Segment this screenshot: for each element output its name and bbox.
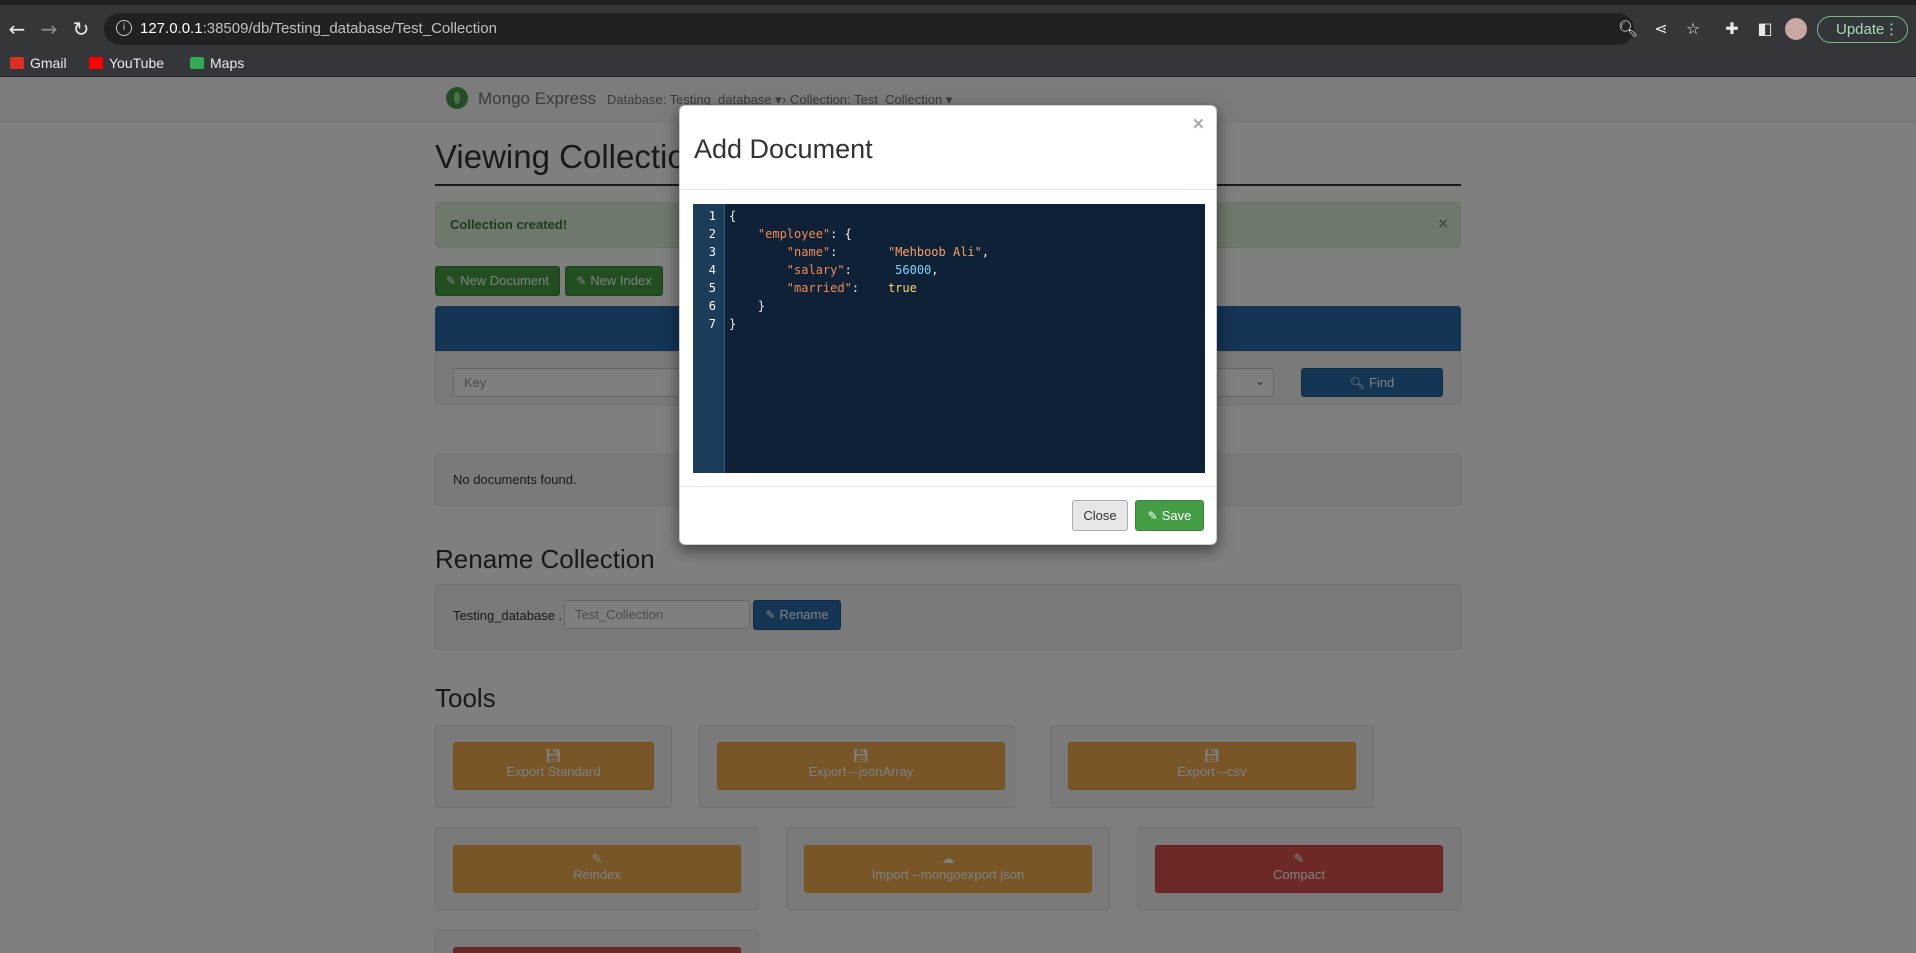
code-line: {	[729, 209, 737, 223]
code-line: "salary": 56000,	[786, 263, 939, 277]
pencil-icon: ✎	[1147, 509, 1158, 523]
forward-arrow-icon[interactable]: →	[37, 17, 61, 41]
reload-icon[interactable]: ↻	[69, 17, 93, 41]
add-document-modal: Add Document × 1 2 3 4 5 6 7 { "employee…	[679, 105, 1217, 545]
browser-toolbar: ← → ↻ i 127.0.0.1:38509/db/Testing_datab…	[0, 0, 1916, 49]
line-number: 5	[708, 281, 716, 295]
profile-avatar[interactable]	[1785, 18, 1807, 40]
code-line: "name": "Mehboob Ali",	[786, 245, 990, 259]
back-arrow-icon[interactable]: ←	[5, 17, 29, 41]
modal-footer: Close ✎ Save	[680, 486, 1216, 544]
bookmark-maps[interactable]: Maps	[190, 53, 244, 73]
bookmark-star-icon[interactable]: ☆	[1682, 18, 1704, 40]
modal-close-icon[interactable]: ×	[1193, 114, 1204, 136]
line-number: 7	[708, 317, 716, 331]
share-icon[interactable]: ⋖	[1650, 18, 1672, 40]
more-menu-icon: ⋮	[1884, 21, 1899, 38]
json-editor[interactable]: 1 2 3 4 5 6 7 { "employee": { "name": "M…	[693, 204, 1205, 473]
line-number: 1	[708, 209, 716, 223]
site-info-icon[interactable]: i	[116, 20, 132, 36]
update-button[interactable]: Update ⋮	[1817, 16, 1908, 43]
bookmark-youtube[interactable]: YouTube	[89, 53, 164, 73]
side-panel-icon[interactable]: ◧	[1754, 18, 1776, 40]
url-text: 127.0.0.1:38509/db/Testing_database/Test…	[140, 20, 497, 37]
modal-header: Add Document ×	[680, 106, 1216, 190]
line-number: 6	[708, 299, 716, 313]
extensions-puzzle-icon[interactable]: ✚	[1721, 18, 1743, 40]
line-number: 3	[708, 245, 716, 259]
line-number: 2	[708, 227, 716, 241]
maps-icon	[190, 57, 204, 69]
gmail-icon	[10, 57, 24, 69]
code-line: "married": true	[786, 281, 917, 295]
bookmarks-bar: Gmail YouTube Maps	[0, 49, 1916, 77]
zoom-icon[interactable]: 🔍︎	[1617, 18, 1639, 40]
youtube-icon	[89, 57, 103, 69]
close-button[interactable]: Close	[1072, 500, 1128, 531]
modal-title: Add Document	[694, 134, 873, 164]
line-number: 4	[708, 263, 716, 277]
address-bar[interactable]: i 127.0.0.1:38509/db/Testing_database/Te…	[104, 13, 1634, 45]
line-number-gutter: 1 2 3 4 5 6 7	[693, 204, 725, 473]
bookmark-gmail[interactable]: Gmail	[10, 53, 67, 73]
code-line: }	[757, 299, 766, 313]
save-button[interactable]: ✎ Save	[1135, 500, 1204, 531]
code-line: "employee": {	[757, 227, 852, 241]
code-line: }	[729, 317, 737, 331]
